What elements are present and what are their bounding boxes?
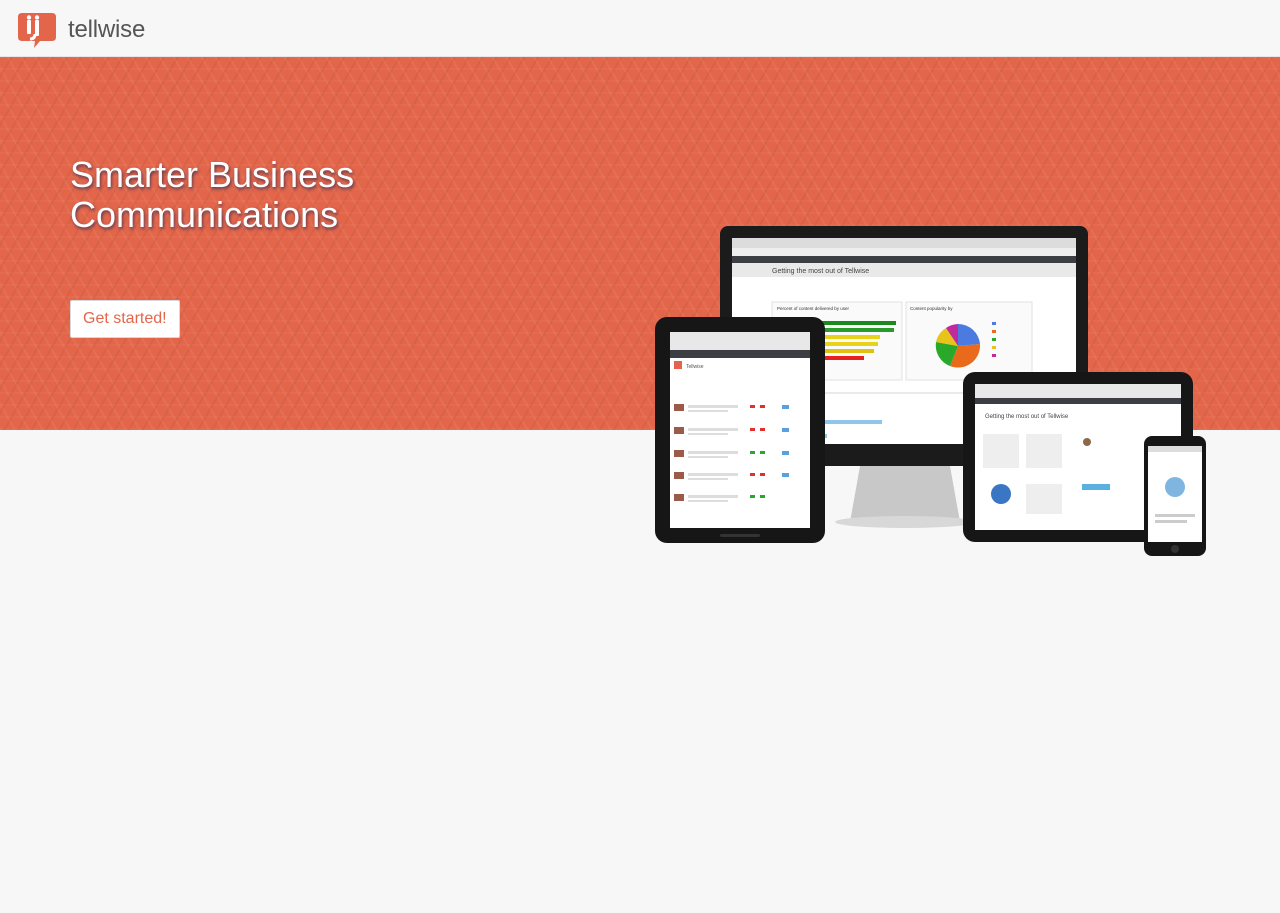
tablet-right-page-title: Getting the most out of Tellwise xyxy=(985,414,1069,420)
device-showcase-illustration: Getting the most out of Tellwise Percent… xyxy=(655,226,1206,556)
monitor-chart2-title: Content popularity by xyxy=(910,306,953,311)
phone-device xyxy=(1144,436,1206,556)
get-started-button[interactable]: Get started! xyxy=(70,300,180,338)
hero-title-line1: Smarter Business xyxy=(70,154,355,195)
tablet-left-brand: Tellwise xyxy=(686,364,704,370)
brand-logo[interactable]: tellwise xyxy=(16,11,145,49)
top-navbar: tellwise xyxy=(0,0,1280,57)
monitor-page-title: Getting the most out of Tellwise xyxy=(772,268,869,275)
tellwise-logo-icon xyxy=(18,13,56,48)
hero-title: Smarter Business Communications xyxy=(70,155,490,235)
brand-name: tellwise xyxy=(68,16,146,43)
monitor-chart1-title: Percent of content delivered by user xyxy=(777,306,850,311)
tablet-left-device: Tellwise xyxy=(655,317,825,543)
device-showcase-image: Getting the most out of Tellwise Percent… xyxy=(650,222,1210,562)
hero-title-line2: Communications xyxy=(70,194,339,235)
